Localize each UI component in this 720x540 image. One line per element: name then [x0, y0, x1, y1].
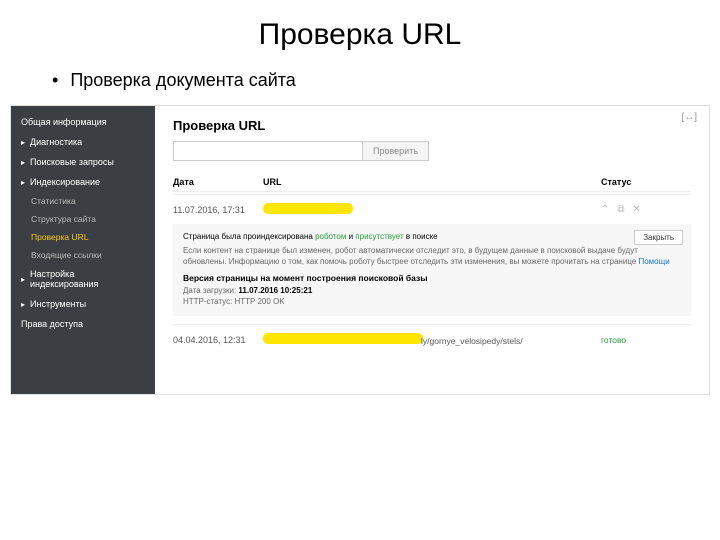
- app-window: Общая информация Диагностика Поисковые з…: [10, 105, 710, 395]
- slide-title: Проверка URL: [0, 0, 720, 62]
- row-url: [263, 203, 601, 216]
- redacted-url: [263, 203, 353, 214]
- copy-icon[interactable]: ⧉: [617, 204, 624, 215]
- sidebar-item-search-queries[interactable]: Поисковые запросы: [11, 152, 155, 172]
- col-status: Статус: [601, 177, 691, 187]
- url-check-form: Проверить: [173, 141, 691, 161]
- row-detail-panel: Закрыть Страница была проиндексирована р…: [173, 224, 691, 316]
- help-link[interactable]: Помощи: [638, 257, 669, 266]
- close-detail-button[interactable]: Закрыть: [634, 230, 683, 245]
- sidebar-sub-stats[interactable]: Статистика: [11, 192, 155, 210]
- sidebar-item-tools[interactable]: Инструменты: [11, 294, 155, 314]
- check-button[interactable]: Проверить: [363, 141, 429, 161]
- redacted-url: [263, 333, 423, 344]
- col-url: URL: [263, 177, 601, 187]
- row-date: 04.04.2016, 12:31: [173, 335, 263, 345]
- sidebar-sub-check-url[interactable]: Проверка URL: [11, 228, 155, 246]
- url-tail: ly/gornye_velosipedy/stels/: [421, 336, 523, 346]
- slide-bullet: Проверка документа сайта: [0, 62, 720, 105]
- detail-http-status: HTTP-статус: HTTP 200 OK: [183, 297, 681, 306]
- expand-icon[interactable]: [↔]: [681, 112, 697, 123]
- row-actions: ⌃ ⧉ ✕: [601, 204, 691, 215]
- sidebar-item-access[interactable]: Права доступа: [11, 314, 155, 334]
- detail-heading: Версия страницы на момент построения пои…: [183, 273, 681, 283]
- row-date: 11.07.2016, 17:31: [173, 205, 263, 215]
- sidebar-item-general[interactable]: Общая информация: [11, 112, 155, 132]
- page-title: Проверка URL: [173, 118, 691, 133]
- sidebar-item-index-settings[interactable]: Настройка индексирования: [11, 264, 155, 294]
- main-panel: [↔] Проверка URL Проверить Дата URL Стат…: [155, 106, 709, 394]
- sidebar-sub-incoming-links[interactable]: Входящие ссылки: [11, 246, 155, 264]
- detail-load-date: Дата загрузки: 11.07.2016 10:25:21: [183, 286, 681, 295]
- sidebar-sub-structure[interactable]: Структура сайта: [11, 210, 155, 228]
- row-url: ly/gornye_velosipedy/stels/: [263, 333, 601, 346]
- table-row[interactable]: 11.07.2016, 17:31 ⌃ ⧉ ✕: [173, 197, 691, 222]
- sidebar-item-indexing[interactable]: Индексирование: [11, 172, 155, 192]
- url-input[interactable]: [173, 141, 363, 161]
- chevron-up-icon[interactable]: ⌃: [601, 204, 609, 215]
- index-status-line: Страница была проиндексирована роботом и…: [183, 232, 681, 241]
- bullet-text: Проверка документа сайта: [70, 70, 296, 91]
- table-row[interactable]: 04.04.2016, 12:31 ly/gornye_velosipedy/s…: [173, 327, 691, 352]
- close-icon[interactable]: ✕: [633, 204, 641, 215]
- sidebar: Общая информация Диагностика Поисковые з…: [11, 106, 155, 394]
- sidebar-item-diagnostics[interactable]: Диагностика: [11, 132, 155, 152]
- table-header: Дата URL Статус: [173, 173, 691, 192]
- detail-description: Если контент на странице был изменен, ро…: [183, 245, 681, 267]
- col-date: Дата: [173, 177, 263, 187]
- row-status: готово: [601, 335, 691, 345]
